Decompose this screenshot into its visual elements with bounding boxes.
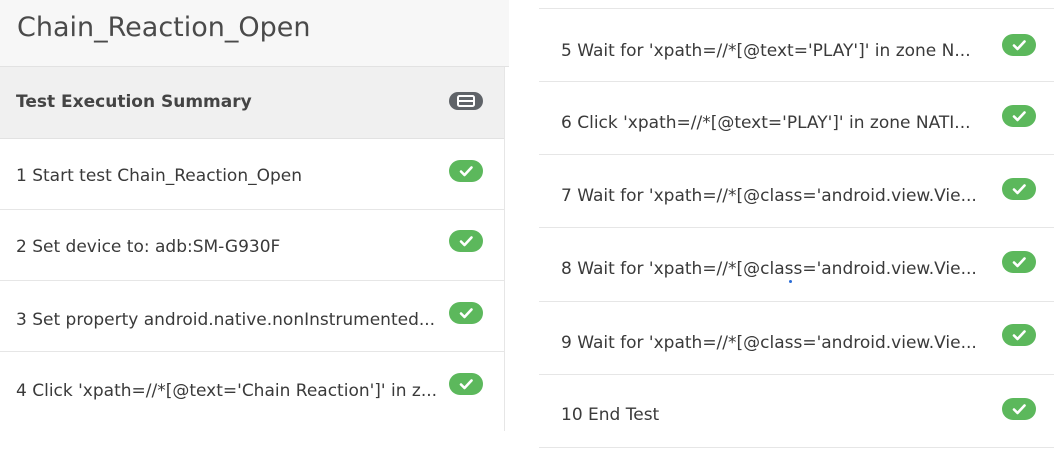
page-title: Chain_Reaction_Open <box>17 12 311 43</box>
step-row[interactable]: 8 Wait for 'xpath=//*[@class='android.vi… <box>539 229 1054 302</box>
test-report: Chain_Reaction_Open Test Execution Summa… <box>0 0 1054 456</box>
check-icon <box>449 160 483 182</box>
step-text: 8 Wait for 'xpath=//*[@class='android.vi… <box>561 259 977 279</box>
left-panel: Chain_Reaction_Open Test Execution Summa… <box>0 0 509 456</box>
check-icon <box>1002 251 1036 273</box>
step-row[interactable]: 4 Click 'xpath=//*[@text='Chain Reaction… <box>0 352 504 422</box>
check-icon <box>449 230 483 252</box>
step-row[interactable]: 5 Wait for 'xpath=//*[@text='PLAY']' in … <box>539 9 1054 82</box>
summary-header[interactable]: Test Execution Summary <box>0 67 504 139</box>
title-bar: Chain_Reaction_Open <box>0 0 509 67</box>
step-row[interactable]: 1 Start test Chain_Reaction_Open <box>0 139 504 210</box>
step-list-right: 5 Wait for 'xpath=//*[@text='PLAY']' in … <box>539 0 1054 456</box>
step-row[interactable]: 7 Wait for 'xpath=//*[@class='android.vi… <box>539 155 1054 228</box>
step-text: 10 End Test <box>561 405 660 425</box>
step-text: 3 Set property android.native.nonInstrum… <box>16 310 436 330</box>
check-icon <box>1002 105 1036 127</box>
step-row[interactable]: 9 Wait for 'xpath=//*[@class='android.vi… <box>539 302 1054 375</box>
check-icon <box>449 373 483 395</box>
step-text: 2 Set device to: adb:SM-G930F <box>16 237 281 257</box>
step-row[interactable]: 2 Set device to: adb:SM-G930F <box>0 210 504 281</box>
step-text: 7 Wait for 'xpath=//*[@class='android.vi… <box>561 186 977 206</box>
step-text: 6 Click 'xpath=//*[@text='PLAY']' in zon… <box>561 113 971 133</box>
check-icon <box>1002 398 1036 420</box>
step-row[interactable]: 10 End Test <box>539 375 1054 448</box>
summary-label: Test Execution Summary <box>16 92 252 112</box>
check-icon <box>1002 324 1036 346</box>
step-text: 4 Click 'xpath=//*[@text='Chain Reaction… <box>16 381 438 401</box>
step-text: 5 Wait for 'xpath=//*[@text='PLAY']' in … <box>561 41 971 61</box>
step-list-left: Test Execution Summary 1 Start test Chai… <box>0 67 505 431</box>
check-icon <box>449 302 483 324</box>
text-cursor <box>789 280 792 283</box>
check-icon <box>1002 178 1036 200</box>
step-text: 9 Wait for 'xpath=//*[@class='android.vi… <box>561 333 977 353</box>
step-text: 1 Start test Chain_Reaction_Open <box>16 166 303 186</box>
layout-toggle-icon[interactable] <box>449 92 483 110</box>
check-icon <box>1002 34 1036 56</box>
step-row[interactable]: 6 Click 'xpath=//*[@text='PLAY']' in zon… <box>539 82 1054 155</box>
step-row[interactable]: 3 Set property android.native.nonInstrum… <box>0 281 504 352</box>
